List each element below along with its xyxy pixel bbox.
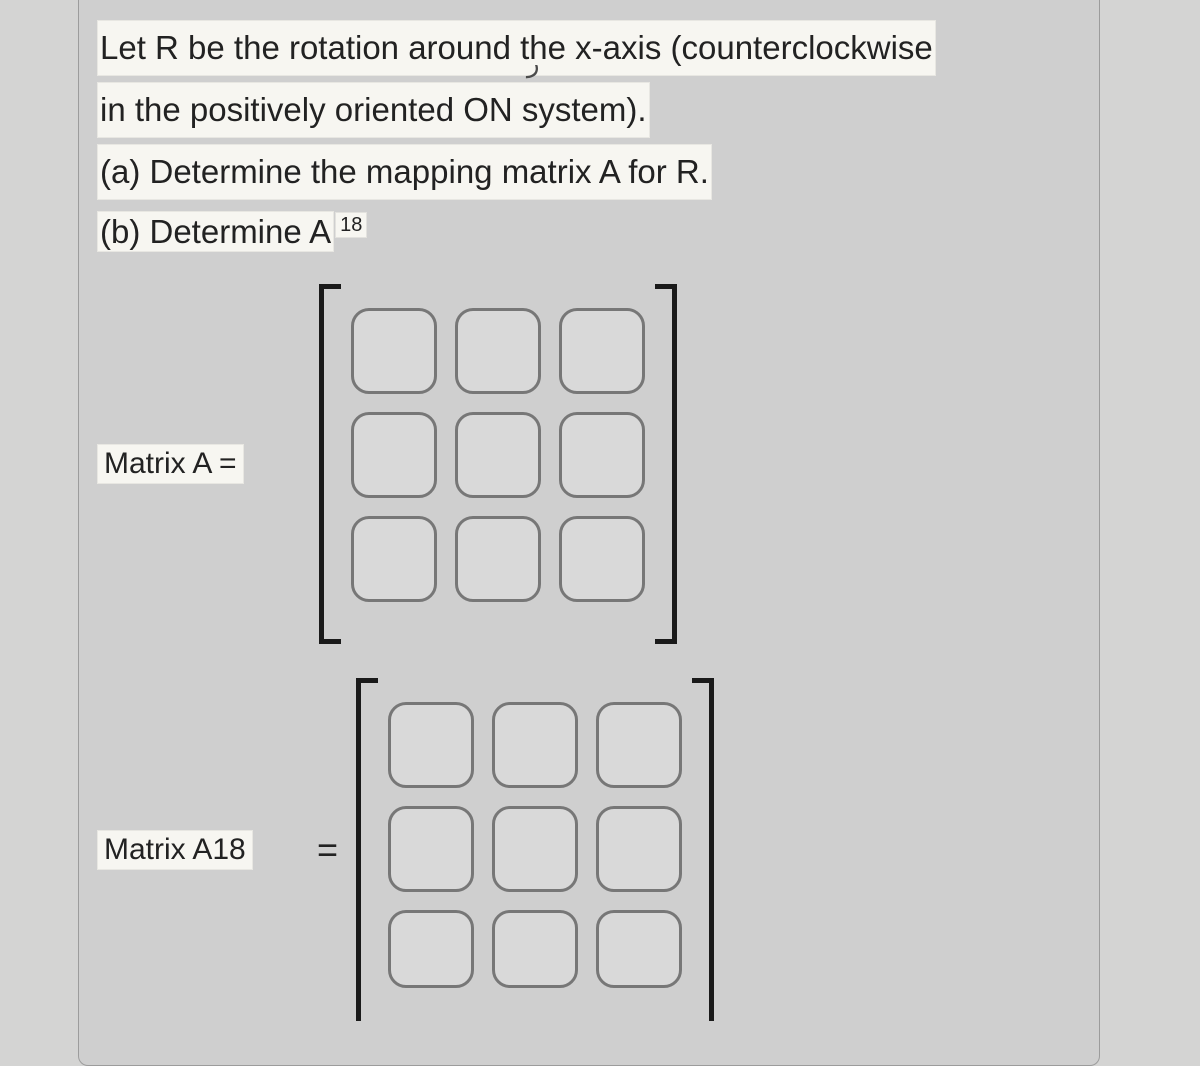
matrix-a18-cell[interactable] bbox=[492, 910, 578, 988]
matrix-a-label: Matrix A = bbox=[97, 444, 244, 484]
matrix-a-cell[interactable] bbox=[455, 308, 541, 394]
question-line-2: in the positively oriented ON system). bbox=[97, 82, 650, 138]
matrix-a-cell[interactable] bbox=[351, 412, 437, 498]
matrix-a-cell[interactable] bbox=[559, 516, 645, 602]
matrix-a18-cell[interactable] bbox=[388, 702, 474, 788]
matrix-a18-cell[interactable] bbox=[596, 806, 682, 892]
matrix-a18-grid bbox=[374, 678, 696, 1021]
matrix-a18 bbox=[356, 678, 714, 1021]
bracket-right-icon bbox=[659, 284, 677, 644]
question-line-1: Let R be the rotation around the x-axis … bbox=[97, 20, 936, 76]
matrix-a18-cell[interactable] bbox=[388, 806, 474, 892]
question-part-b-prefix: (b) Determine A bbox=[97, 211, 334, 252]
matrix-a18-cell[interactable] bbox=[388, 910, 474, 988]
question-text: Let R be the rotation around the x-axis … bbox=[97, 20, 1081, 258]
matrix-a-grid bbox=[337, 284, 659, 644]
question-part-a: (a) Determine the mapping matrix A for R… bbox=[97, 144, 712, 200]
matrix-a-cell[interactable] bbox=[351, 308, 437, 394]
bracket-right-icon bbox=[696, 678, 714, 1021]
matrix-a18-cell[interactable] bbox=[492, 702, 578, 788]
matrix-a-row: Matrix A = bbox=[97, 284, 1081, 644]
matrix-a-cell[interactable] bbox=[351, 516, 437, 602]
matrix-a-cell[interactable] bbox=[455, 516, 541, 602]
matrix-a18-label: Matrix A18 bbox=[97, 830, 253, 870]
matrix-a18-row: Matrix A18 = bbox=[97, 678, 1081, 1021]
matrix-a-cell[interactable] bbox=[559, 412, 645, 498]
bracket-left-icon bbox=[356, 678, 374, 1021]
question-card: ﺭ Let R be the rotation around the x-axi… bbox=[78, 0, 1100, 1066]
matrix-a18-cell[interactable] bbox=[492, 806, 578, 892]
matrix-a-cell[interactable] bbox=[559, 308, 645, 394]
matrix-a18-cell[interactable] bbox=[596, 702, 682, 788]
matrix-a18-cell[interactable] bbox=[596, 910, 682, 988]
matrix-a-cell[interactable] bbox=[455, 412, 541, 498]
bracket-left-icon bbox=[319, 284, 337, 644]
equals-sign: = bbox=[317, 829, 338, 871]
matrix-a bbox=[319, 284, 677, 644]
question-part-b-exponent: 18 bbox=[335, 212, 367, 238]
page: ﺭ Let R be the rotation around the x-axi… bbox=[0, 0, 1200, 1066]
